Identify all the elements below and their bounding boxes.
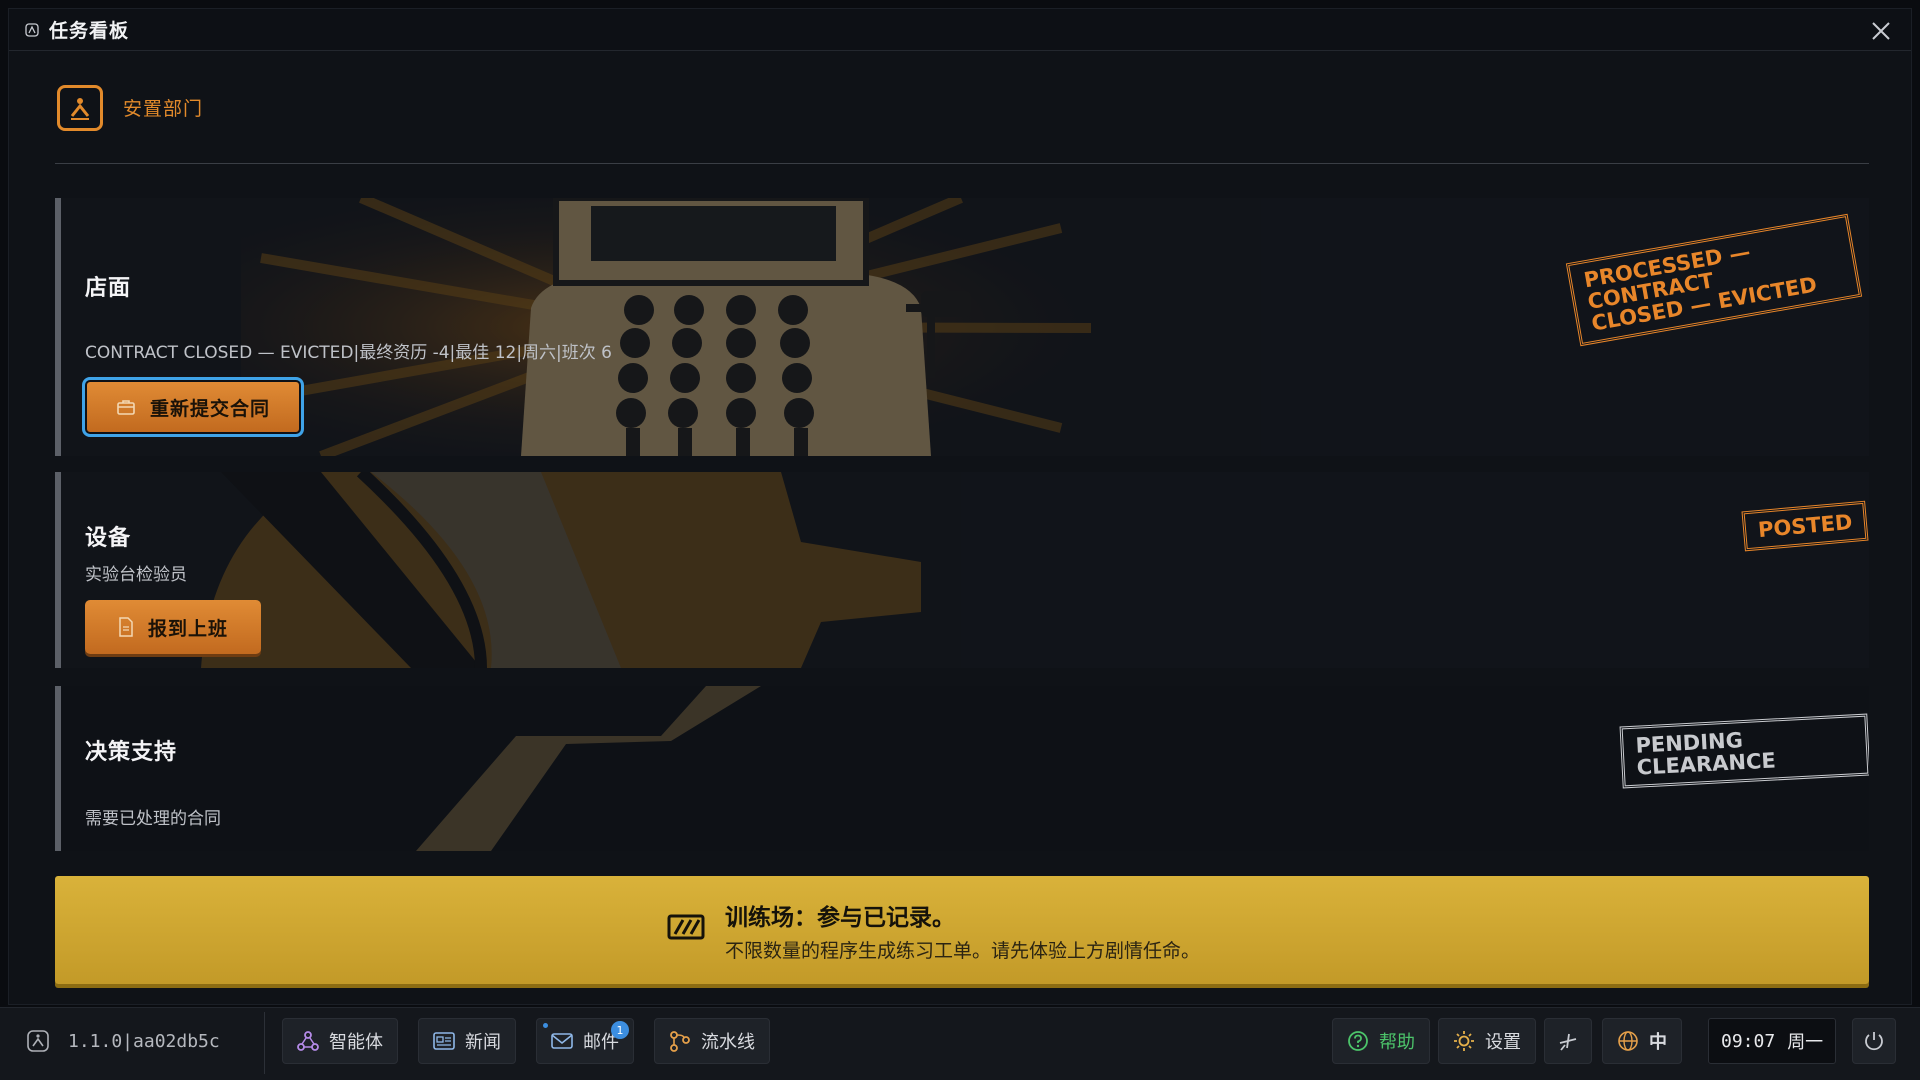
language-label: 中 xyxy=(1649,1032,1667,1053)
pipeline-label: 流水线 xyxy=(701,1032,755,1053)
posted-stamp: POSTED xyxy=(1741,500,1869,552)
mail-dot-indicator xyxy=(543,1023,548,1028)
mail-badge: 1 xyxy=(611,1021,629,1039)
resubmit-contract-button[interactable]: 重新提交合同 xyxy=(82,377,304,437)
report-to-work-label: 报到上班 xyxy=(147,617,228,640)
processed-stamp: PROCESSED — CONTRACT CLOSED — EVICTED xyxy=(1565,213,1863,347)
power-button[interactable] xyxy=(1852,1018,1896,1064)
task-board-window: 任务看板 安置部门 店面 CONTRACT CLOSED — EVICTED|最… xyxy=(8,8,1912,1005)
mail-button[interactable]: 邮件 1 xyxy=(536,1018,634,1064)
briefcase-icon xyxy=(117,400,135,415)
news-label: 新闻 xyxy=(465,1032,501,1053)
news-button[interactable]: 新闻 xyxy=(418,1018,516,1064)
main-content: 安置部门 店面 CONTRACT CLOSED — EVICTED|最终资历 -… xyxy=(55,52,1869,1006)
app-logo-icon xyxy=(25,22,39,37)
mail-icon xyxy=(551,1033,573,1049)
report-to-work-button[interactable]: 报到上班 xyxy=(85,600,261,654)
globe-icon xyxy=(1618,1031,1638,1051)
banner-text: 不限数量的程序生成练习工单。请先体验上方剧情任命。 xyxy=(725,940,1201,962)
storefront-card: 店面 CONTRACT CLOSED — EVICTED|最终资历 -4|最佳 … xyxy=(55,198,1869,456)
settings-label: 设置 xyxy=(1485,1032,1521,1053)
clock: 09:07 周一 xyxy=(1708,1018,1837,1064)
banner-title: 训练场：参与已记录。 xyxy=(725,905,955,931)
sun-settings-icon xyxy=(1454,1031,1474,1051)
title-bar: 任务看板 xyxy=(9,9,1911,51)
pending-clearance-stamp: PENDING CLEARANCE xyxy=(1619,713,1869,789)
version-label: 1.1.0|aa02db5c xyxy=(68,1030,220,1052)
decision-support-card: 决策支持 需要已处理的合同 PENDING CLEARANCE xyxy=(55,686,1869,851)
home-logo[interactable] xyxy=(26,1018,50,1064)
window-title: 任务看板 xyxy=(49,20,130,42)
training-banner: 训练场：参与已记录。 不限数量的程序生成练习工单。请先体验上方剧情任命。 xyxy=(55,876,1869,984)
pipeline-button[interactable]: 流水线 xyxy=(654,1018,770,1064)
department-name: 安置部门 xyxy=(123,98,204,120)
card-title: 决策支持 xyxy=(85,740,178,765)
clock-time: 09:07 xyxy=(1721,1030,1776,1052)
help-label: 帮助 xyxy=(1379,1032,1415,1053)
settings-button[interactable]: 设置 xyxy=(1438,1018,1536,1064)
department-icon xyxy=(57,84,103,131)
agents-label: 智能体 xyxy=(329,1032,383,1053)
help-button[interactable]: 帮助 xyxy=(1332,1018,1430,1064)
agents-button[interactable]: 智能体 xyxy=(282,1018,398,1064)
hatched-box-icon xyxy=(667,914,705,940)
language-button[interactable]: 中 xyxy=(1602,1018,1682,1064)
pin-icon xyxy=(1559,1033,1577,1051)
close-icon[interactable] xyxy=(1869,19,1893,43)
newspaper-icon xyxy=(433,1032,455,1050)
resubmit-contract-label: 重新提交合同 xyxy=(149,397,270,420)
card-title: 设备 xyxy=(85,526,132,551)
taskbar-divider xyxy=(264,1012,265,1074)
help-icon xyxy=(1348,1031,1368,1051)
agents-icon xyxy=(297,1031,319,1051)
stamp-text: POSTED xyxy=(1757,509,1854,543)
card-status: CONTRACT CLOSED — EVICTED|最终资历 -4|最佳 12|… xyxy=(85,343,612,363)
clock-weekday: 周一 xyxy=(1787,1032,1824,1053)
stamp-text: PENDING CLEARANCE xyxy=(1634,728,1777,780)
card-role: 实验台检验员 xyxy=(85,565,187,585)
card-title: 店面 xyxy=(85,276,132,301)
power-icon xyxy=(1865,1032,1883,1051)
dock-toggle-button[interactable] xyxy=(1544,1018,1592,1064)
card-requirement: 需要已处理的合同 xyxy=(85,809,221,829)
app-logo-icon xyxy=(27,1030,49,1052)
pipeline-icon xyxy=(670,1031,690,1052)
department-header: 安置部门 xyxy=(55,52,1869,164)
document-icon xyxy=(119,617,133,637)
equipment-card: 设备 实验台检验员 报到上班 POSTED xyxy=(55,472,1869,668)
taskbar: 1.1.0|aa02db5c 智能体 新闻 邮件 1 流水线 帮助 设置 中 0… xyxy=(0,1007,1920,1080)
